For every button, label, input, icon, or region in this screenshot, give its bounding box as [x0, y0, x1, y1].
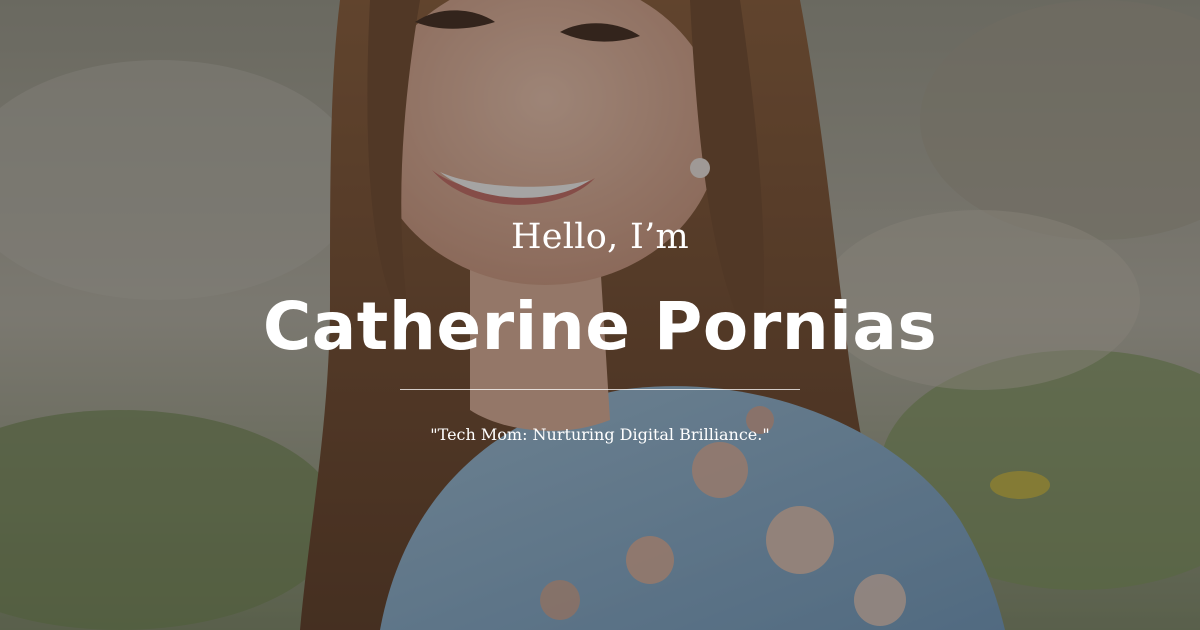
tagline-text: "Tech Mom: Nurturing Digital Brilliance.… — [430, 425, 770, 444]
hero-content: Hello, I’m Catherine Pornias "Tech Mom: … — [0, 0, 1200, 630]
hero-section: Hello, I’m Catherine Pornias "Tech Mom: … — [0, 0, 1200, 630]
greeting-text: Hello, I’m — [510, 217, 690, 257]
divider-line — [400, 389, 800, 390]
person-name: Catherine Pornias — [262, 288, 938, 365]
